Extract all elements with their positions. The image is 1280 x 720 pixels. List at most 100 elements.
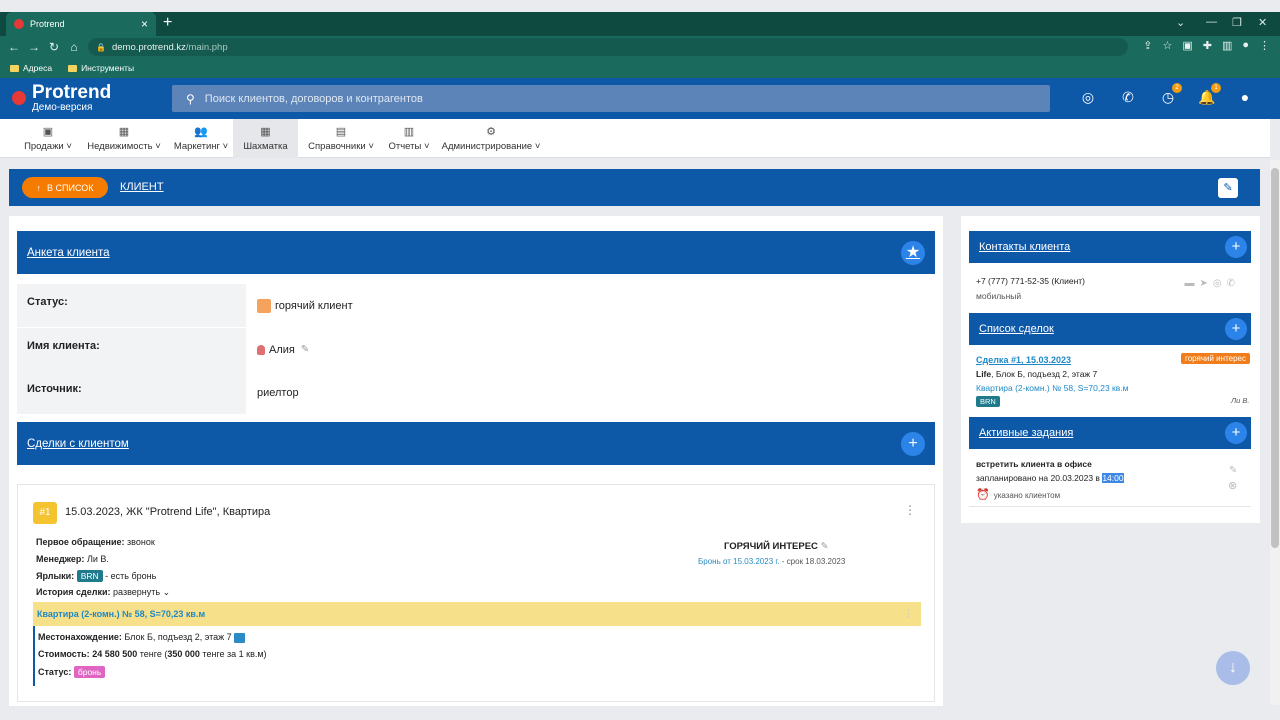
- url-path: /main.php: [185, 41, 228, 53]
- task-title[interactable]: встретить клиента в офисе: [976, 459, 1092, 469]
- arrow-down-icon: ↓: [1229, 659, 1237, 676]
- reload-icon[interactable]: ↻: [44, 40, 64, 54]
- apartment-row[interactable]: Квартира (2-комн.) № 58, S=70,23 кв.м ⋮: [33, 602, 921, 626]
- section-title[interactable]: Активные задания: [979, 427, 1073, 439]
- sms-icon[interactable]: ▬: [1184, 278, 1199, 289]
- section-title[interactable]: Контакты клиента: [979, 241, 1070, 253]
- pencil-icon[interactable]: ✎: [821, 541, 829, 552]
- section-title[interactable]: Сделки с клиентом: [27, 438, 129, 450]
- cancel-task-icon[interactable]: ⊗: [1228, 479, 1237, 492]
- sidepanel-icon[interactable]: ▥: [1222, 39, 1232, 52]
- add-task-button[interactable]: +: [1225, 422, 1247, 444]
- close-window-icon[interactable]: ✕: [1258, 16, 1267, 29]
- tab-search-icon[interactable]: ⌄: [1176, 16, 1185, 29]
- whatsapp-icon[interactable]: ◎: [1078, 89, 1098, 109]
- extension-icon[interactable]: ▣: [1182, 39, 1192, 52]
- phone-icon[interactable]: ✆: [1227, 278, 1240, 289]
- contacts-header: Контакты клиента +: [969, 231, 1251, 263]
- tag-badge: BRN: [76, 570, 103, 582]
- back-to-list-button[interactable]: ↑ В СПИСОК: [22, 177, 108, 198]
- deal-history: История сделки: развернуть ⌄: [36, 587, 171, 597]
- field-value: Алия: [269, 343, 295, 356]
- menu-item-chess[interactable]: ▦ Шахматка: [233, 119, 298, 158]
- menu-item-marketing[interactable]: 👥 Маркетинг ˅: [170, 119, 232, 158]
- add-contact-button[interactable]: +: [1225, 236, 1247, 258]
- bookmark-item[interactable]: Адреса: [10, 63, 52, 73]
- kebab-menu-icon[interactable]: ⋮: [904, 608, 913, 619]
- page-scrollbar[interactable]: [1270, 160, 1280, 705]
- share-icon[interactable]: ⇪: [1143, 39, 1152, 52]
- person-icon: [257, 344, 265, 355]
- add-deal-button[interactable]: +: [901, 432, 925, 456]
- apartment-status: Статус: бронь: [38, 666, 106, 678]
- grid-icon: ▦: [260, 126, 271, 138]
- pencil-icon: ✎: [1223, 182, 1233, 194]
- gear-icon: ⚙: [486, 126, 496, 138]
- deal-apartment[interactable]: Квартира (2-комн.) № 58, S=70,23 кв.м: [976, 383, 1128, 393]
- page-title[interactable]: КЛИЕНТ: [120, 181, 164, 193]
- home-icon[interactable]: ⌂: [64, 40, 84, 54]
- edit-client-button[interactable]: ✎: [1218, 178, 1238, 198]
- browser-tab[interactable]: Protrend ×: [6, 12, 156, 36]
- chevron-down-icon[interactable]: ⌄: [163, 587, 171, 597]
- kebab-menu-icon[interactable]: ⋮: [904, 503, 916, 517]
- field-value: риелтор: [257, 386, 299, 399]
- user-icon[interactable]: ●: [1235, 89, 1255, 109]
- pencil-icon[interactable]: ✎: [1229, 465, 1237, 476]
- menu-label: Маркетинг: [173, 141, 220, 152]
- puzzle-icon[interactable]: ✚: [1203, 39, 1212, 52]
- apartment-cost: Стоимость: 24 580 500 тенге (350 000 тен…: [38, 649, 267, 659]
- maximize-icon[interactable]: ❐: [1232, 16, 1242, 29]
- deal-status-badge: горячий интерес: [1180, 353, 1250, 364]
- scroll-down-button[interactable]: ↓: [1216, 651, 1250, 685]
- forward-icon[interactable]: →: [24, 40, 44, 54]
- client-card: Анкета клиента ★ Статус: горячий клиент …: [9, 216, 943, 706]
- favorite-button[interactable]: ★: [901, 241, 925, 265]
- browser-tabbar: Protrend × + ⌄ — ❐ ✕: [0, 12, 1280, 36]
- bell-icon[interactable]: 🔔 1: [1197, 83, 1221, 109]
- clock-icon[interactable]: ◷ 2: [1158, 83, 1182, 109]
- briefcase-icon: ▣: [42, 126, 54, 138]
- phone-icon[interactable]: ✆: [1118, 89, 1138, 109]
- menu-item-reports[interactable]: ▥ Отчеты ˅: [385, 119, 433, 158]
- image-icon[interactable]: [234, 632, 246, 643]
- screen: Protrend × + ⌄ — ❐ ✕ ← → ↻ ⌂ 🔒 demo.prot…: [0, 0, 1280, 720]
- whatsapp-icon[interactable]: ◎: [1213, 278, 1227, 289]
- new-tab-icon[interactable]: +: [163, 14, 172, 32]
- chart-icon: ▥: [403, 126, 415, 138]
- task-note: ⏰ указано клиентом: [976, 489, 1061, 501]
- star-icon[interactable]: ☆: [1162, 39, 1172, 52]
- add-deal-button[interactable]: +: [1225, 318, 1247, 340]
- bookmark-item[interactable]: Инструменты: [68, 63, 134, 73]
- minimize-icon[interactable]: —: [1206, 16, 1217, 28]
- back-icon[interactable]: ←: [4, 40, 24, 54]
- field-label: Статус:: [17, 284, 246, 327]
- menu-label: Шахматка: [243, 141, 288, 152]
- logo-subtitle: Демо-версия: [32, 102, 93, 113]
- url-bar[interactable]: 🔒 demo.protrend.kz/main.php: [88, 38, 1128, 56]
- scrollbar-thumb[interactable]: [1271, 168, 1279, 548]
- logo[interactable]: Protrend Демо-версия: [12, 83, 111, 113]
- search-input[interactable]: ⚲ Поиск клиентов, договоров и контрагент…: [172, 85, 1050, 112]
- menu-item-realty[interactable]: ▦ Недвижимость ˅: [84, 119, 164, 158]
- send-icon[interactable]: ➤: [1199, 278, 1212, 289]
- expand-history-link[interactable]: развернуть: [113, 587, 160, 597]
- bookmark-label: Инструменты: [81, 63, 135, 73]
- tab-title: Protrend: [30, 19, 65, 29]
- profile-icon[interactable]: ●: [1242, 39, 1249, 52]
- close-tab-icon[interactable]: ×: [141, 17, 148, 31]
- section-title[interactable]: Анкета клиента: [27, 247, 110, 259]
- menu-item-admin[interactable]: ⚙ Администрирование ˅: [440, 119, 542, 158]
- deal-number: #1: [33, 502, 57, 524]
- menu-item-directories[interactable]: ▤ Справочники ˅: [304, 119, 378, 158]
- pencil-icon[interactable]: ✎: [301, 344, 309, 355]
- search-placeholder: Поиск клиентов, договоров и контрагентов: [204, 92, 423, 105]
- tasks-header: Активные задания +: [969, 417, 1251, 449]
- field-value: горячий клиент: [275, 299, 353, 312]
- menu-item-sales[interactable]: ▣ Продажи ˅: [20, 119, 76, 158]
- deal-link[interactable]: Сделка #1, 15.03.2023: [976, 355, 1071, 365]
- section-title[interactable]: Список сделок: [979, 323, 1054, 335]
- deal-location: Life, Блок Б, подъезд 2, этаж 7: [976, 369, 1098, 379]
- deal-title[interactable]: 15.03.2023, ЖК "Protrend Life", Квартира: [65, 506, 270, 518]
- kebab-menu-icon[interactable]: ⋮: [1259, 39, 1270, 52]
